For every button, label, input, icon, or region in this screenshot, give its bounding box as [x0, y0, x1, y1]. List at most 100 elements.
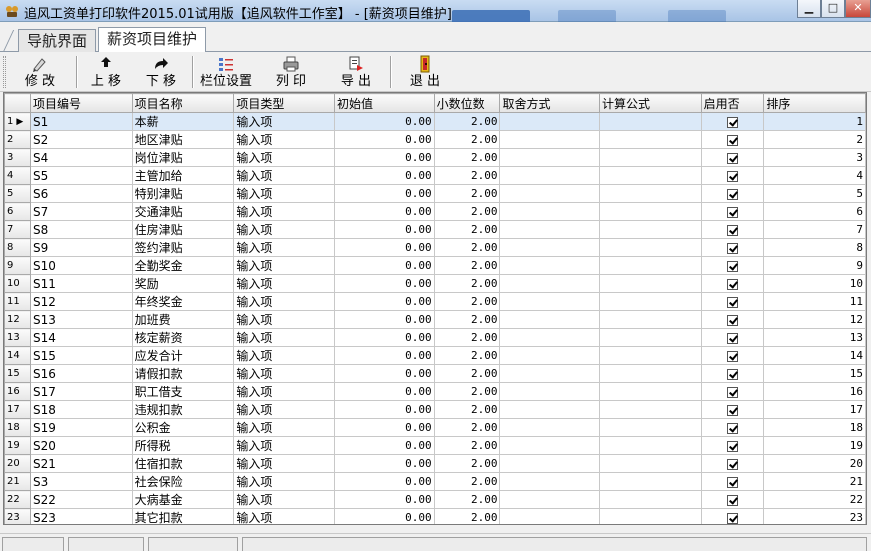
order-cell[interactable]: 11	[763, 292, 866, 311]
table-row[interactable]: 9 S10 全勤奖金 输入项 0.00 2.00 9	[4, 256, 866, 275]
code-cell[interactable]: S4	[29, 148, 133, 167]
table-row[interactable]: 16 S17 职工借支 输入项 0.00 2.00 16	[4, 382, 866, 401]
order-cell[interactable]: 22	[763, 490, 866, 509]
table-row[interactable]: 12 S13 加班费 输入项 0.00 2.00 12	[4, 310, 866, 329]
rounding-cell[interactable]	[499, 346, 601, 365]
type-cell[interactable]: 输入项	[233, 508, 335, 524]
enabled-checkbox[interactable]	[726, 476, 738, 488]
decimals-cell[interactable]: 2.00	[433, 454, 501, 473]
row-number-cell[interactable]: 15	[4, 364, 31, 383]
name-cell[interactable]: 请假扣款	[131, 364, 235, 383]
enabled-cell[interactable]	[700, 220, 765, 239]
name-cell[interactable]: 大病基金	[131, 490, 235, 509]
print-button[interactable]: 列 印	[262, 54, 320, 90]
code-cell[interactable]: S17	[29, 382, 133, 401]
initial-value-cell[interactable]: 0.00	[334, 184, 435, 203]
col-header-order[interactable]: 排序	[763, 93, 866, 113]
name-cell[interactable]: 加班费	[131, 310, 235, 329]
code-cell[interactable]: S8	[29, 220, 133, 239]
name-cell[interactable]: 职工借支	[131, 382, 235, 401]
name-cell[interactable]: 住宿扣款	[131, 454, 235, 473]
row-number-cell[interactable]: 14	[4, 346, 31, 365]
decimals-cell[interactable]: 2.00	[433, 274, 501, 293]
table-row[interactable]: 22 S22 大病基金 输入项 0.00 2.00 22	[4, 490, 866, 509]
order-cell[interactable]: 13	[763, 328, 866, 347]
rounding-cell[interactable]	[499, 490, 601, 509]
initial-value-cell[interactable]: 0.00	[334, 220, 435, 239]
row-number-cell[interactable]: 10	[4, 274, 31, 293]
initial-value-cell[interactable]: 0.00	[334, 148, 435, 167]
row-number-cell[interactable]: 22	[4, 490, 31, 509]
enabled-checkbox[interactable]	[726, 206, 738, 218]
enabled-checkbox[interactable]	[726, 350, 738, 362]
table-row[interactable]: 14 S15 应发合计 输入项 0.00 2.00 14	[4, 346, 866, 365]
enabled-checkbox[interactable]	[726, 458, 738, 470]
initial-value-cell[interactable]: 0.00	[334, 292, 435, 311]
name-cell[interactable]: 社会保险	[131, 472, 235, 491]
initial-value-cell[interactable]: 0.00	[334, 400, 435, 419]
row-number-cell[interactable]: 8	[4, 238, 31, 257]
salary-items-grid[interactable]: 项目编号 项目名称 项目类型 初始值 小数位数 取舍方式 计算公式 启用否 排序…	[3, 92, 867, 525]
formula-cell[interactable]	[599, 292, 702, 311]
enabled-cell[interactable]	[700, 184, 765, 203]
initial-value-cell[interactable]: 0.00	[334, 274, 435, 293]
decimals-cell[interactable]: 2.00	[433, 400, 501, 419]
enabled-checkbox[interactable]	[726, 278, 738, 290]
decimals-cell[interactable]: 2.00	[433, 292, 501, 311]
rounding-cell[interactable]	[499, 364, 601, 383]
enabled-checkbox[interactable]	[726, 332, 738, 344]
enabled-cell[interactable]	[700, 400, 765, 419]
col-header-type[interactable]: 项目类型	[233, 93, 335, 113]
formula-cell[interactable]	[599, 274, 702, 293]
tab-navigation[interactable]: 导航界面	[18, 29, 97, 52]
code-cell[interactable]: S20	[29, 436, 133, 455]
enabled-cell[interactable]	[700, 112, 765, 131]
order-cell[interactable]: 5	[763, 184, 866, 203]
name-cell[interactable]: 全勤奖金	[131, 256, 235, 275]
formula-cell[interactable]	[599, 112, 702, 131]
type-cell[interactable]: 输入项	[233, 202, 335, 221]
type-cell[interactable]: 输入项	[233, 436, 335, 455]
column-settings-button[interactable]: 栏位设置	[198, 54, 254, 90]
order-cell[interactable]: 3	[763, 148, 866, 167]
formula-cell[interactable]	[599, 364, 702, 383]
type-cell[interactable]: 输入项	[233, 418, 335, 437]
name-cell[interactable]: 违规扣款	[131, 400, 235, 419]
rounding-cell[interactable]	[499, 256, 601, 275]
enabled-cell[interactable]	[700, 454, 765, 473]
enabled-checkbox[interactable]	[726, 494, 738, 506]
enabled-checkbox[interactable]	[726, 512, 738, 524]
formula-cell[interactable]	[599, 508, 702, 524]
toolbar-grip[interactable]	[3, 56, 6, 88]
order-cell[interactable]: 14	[763, 346, 866, 365]
enabled-cell[interactable]	[700, 202, 765, 221]
decimals-cell[interactable]: 2.00	[433, 238, 501, 257]
enabled-cell[interactable]	[700, 292, 765, 311]
enabled-checkbox[interactable]	[726, 242, 738, 254]
code-cell[interactable]: S12	[29, 292, 133, 311]
type-cell[interactable]: 输入项	[233, 238, 335, 257]
enabled-checkbox[interactable]	[726, 368, 738, 380]
enabled-cell[interactable]	[700, 490, 765, 509]
rounding-cell[interactable]	[499, 166, 601, 185]
enabled-checkbox[interactable]	[726, 134, 738, 146]
initial-value-cell[interactable]: 0.00	[334, 418, 435, 437]
rounding-cell[interactable]	[499, 274, 601, 293]
order-cell[interactable]: 1	[763, 112, 866, 131]
code-cell[interactable]: S19	[29, 418, 133, 437]
name-cell[interactable]: 所得税	[131, 436, 235, 455]
col-header-code[interactable]: 项目编号	[29, 93, 133, 113]
maximize-button[interactable]: □	[821, 0, 845, 18]
decimals-cell[interactable]: 2.00	[433, 112, 501, 131]
code-cell[interactable]: S6	[29, 184, 133, 203]
type-cell[interactable]: 输入项	[233, 292, 335, 311]
rounding-cell[interactable]	[499, 328, 601, 347]
name-cell[interactable]: 其它扣款	[131, 508, 235, 524]
enabled-cell[interactable]	[700, 328, 765, 347]
order-cell[interactable]: 23	[763, 508, 866, 524]
code-cell[interactable]: S14	[29, 328, 133, 347]
enabled-cell[interactable]	[700, 274, 765, 293]
table-row[interactable]: 10 S11 奖励 输入项 0.00 2.00 10	[4, 274, 866, 293]
col-header-formula[interactable]: 计算公式	[599, 93, 702, 113]
code-cell[interactable]: S21	[29, 454, 133, 473]
